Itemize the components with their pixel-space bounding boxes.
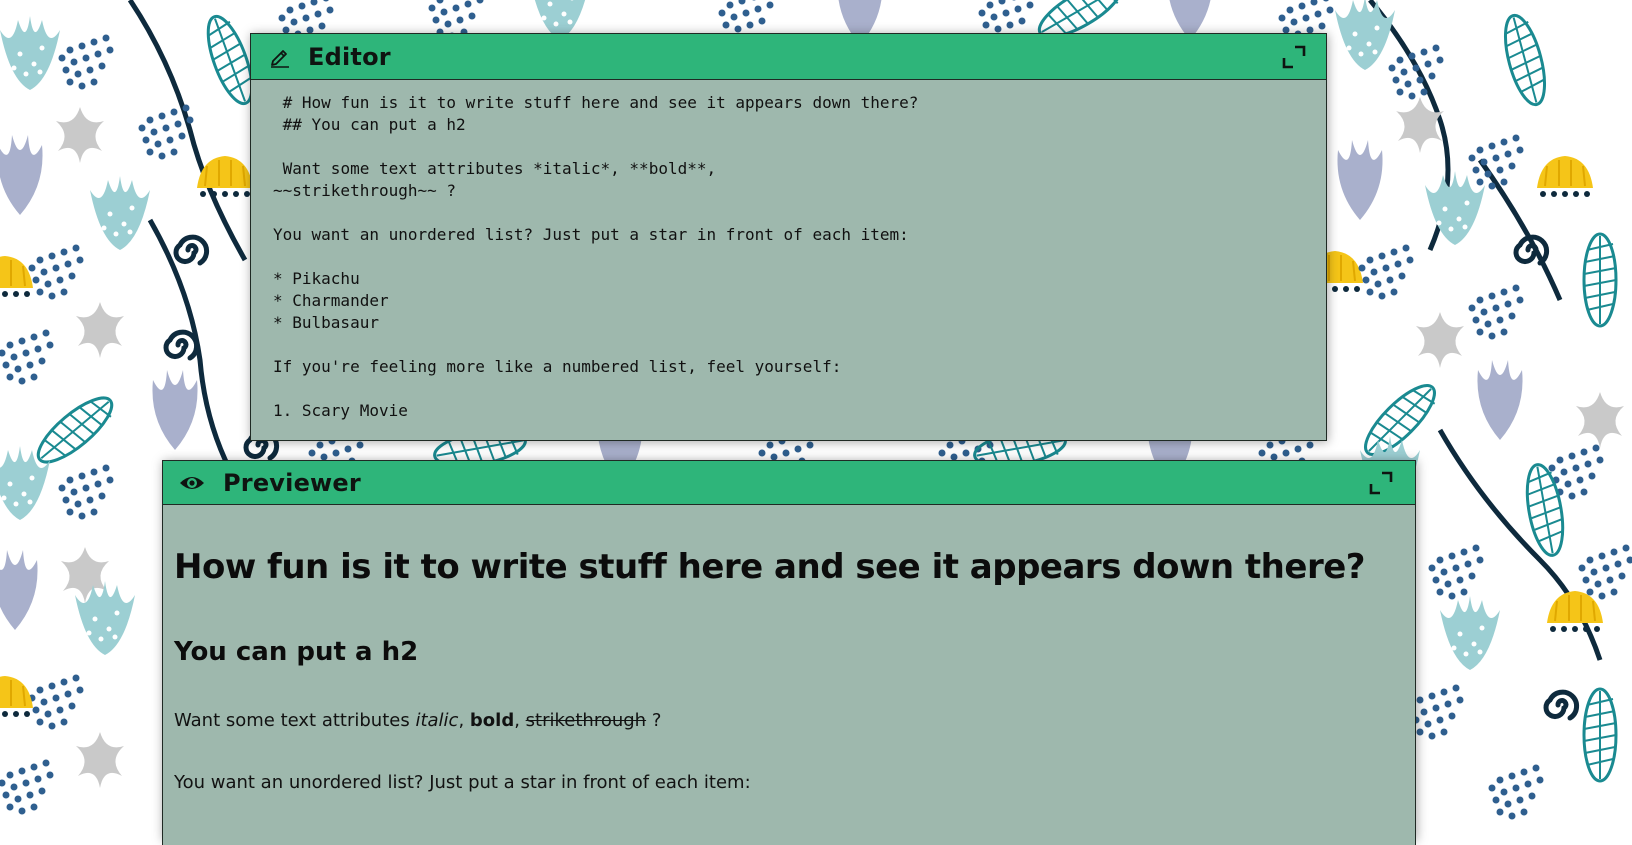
italic-text: italic <box>415 710 459 731</box>
editor-title: Editor <box>308 42 391 71</box>
attributes-suffix: ? <box>646 710 662 731</box>
previewer-title: Previewer <box>223 468 361 497</box>
bold-text: bold <box>469 710 515 731</box>
maximize-icon[interactable] <box>1369 471 1393 495</box>
separator-1: , <box>458 710 470 731</box>
preview-body: How fun is it to write stuff here and se… <box>162 505 1416 845</box>
preview-list-intro: You want an unordered list? Just put a s… <box>174 772 751 793</box>
attributes-prefix: Want some text attributes <box>174 710 416 731</box>
editor-textarea[interactable] <box>251 80 1326 440</box>
preview-heading-2: You can put a h2 <box>174 637 419 667</box>
editor-panel: Editor <box>250 33 1327 441</box>
preview-heading-1: How fun is it to write stuff here and se… <box>174 547 1366 587</box>
separator-2: , <box>514 710 526 731</box>
previewer-toolbar: Previewer <box>162 460 1416 505</box>
preview-attributes-paragraph: Want some text attributes italic, bold, … <box>174 669 1404 733</box>
pencil-icon <box>269 46 291 68</box>
eye-icon <box>179 473 205 493</box>
editor-body <box>250 80 1327 441</box>
previewer-panel: Previewer How fun is it to write stuff h… <box>162 460 1416 845</box>
strikethrough-text: strikethrough <box>525 710 647 731</box>
maximize-icon[interactable] <box>1282 45 1306 69</box>
editor-toolbar: Editor <box>250 33 1327 80</box>
